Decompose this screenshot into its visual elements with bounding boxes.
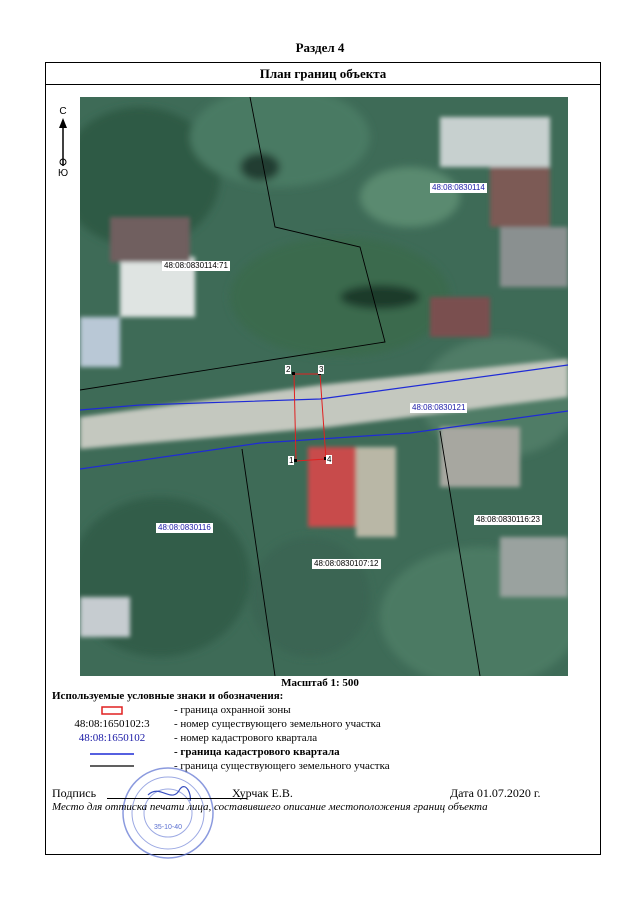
signature-line (107, 798, 247, 799)
point-3: 3 (318, 365, 325, 374)
signature-name: Хурчак Е.В. (232, 786, 293, 800)
map-drawing (80, 97, 568, 676)
satellite-map[interactable]: 48:08:0830114 48:08:0830114:71 48:08:083… (80, 97, 568, 676)
point-4: 4 (326, 455, 333, 464)
legend-text: - граница кадастрового квартала (174, 746, 340, 758)
legend-item-parcel-number: 48:08:1650102:3 - номер существующего зе… (52, 718, 572, 732)
compass-north-label: С (59, 106, 67, 117)
seal-note: Место для оттиска печати лица, составивш… (52, 801, 488, 813)
signature-label: Подпись (52, 786, 97, 800)
label-parcel-0830107-12: 48:08:0830107:12 (312, 559, 381, 569)
stamp-number: 35-10-40 (154, 824, 182, 831)
label-quarter-0830121: 48:08:0830121 (410, 403, 468, 413)
quarter-boundary-symbol (52, 746, 172, 760)
quarter-number-sample: 48:08:1650102 (78, 732, 146, 744)
legend-item-quarter-number: 48:08:1650102 - номер кадастрового кварт… (52, 732, 572, 746)
plan-header: План границ объекта (45, 62, 601, 85)
map-scale: Масштаб 1: 500 (281, 677, 359, 689)
seal-stamp: 35-10-40 (122, 767, 214, 859)
point-2: 2 (285, 365, 292, 374)
compass: С Ю (52, 104, 74, 184)
label-parcel-0830114-71: 48:08:0830114:71 (162, 261, 230, 271)
north-arrow-icon (59, 118, 67, 166)
legend-text: - граница охранной зоны (174, 704, 291, 716)
label-parcel-0830116-23: 48:08:0830116:23 (474, 515, 542, 525)
legend-item-zone: - граница охранной зоны (52, 704, 572, 718)
legend-item-quarter-boundary: - граница кадастрового квартала (52, 746, 572, 760)
zone-boundary-symbol (52, 704, 172, 718)
parcel-number-sample: 48:08:1650102:3 (74, 718, 150, 730)
legend-title: Используемые условные знаки и обозначени… (52, 690, 284, 702)
signature-date: Дата 01.07.2020 г. (450, 786, 541, 800)
label-quarter-0830114: 48:08:0830114 (430, 183, 487, 193)
point-1: 1 (288, 456, 295, 465)
compass-south-label: Ю (57, 168, 69, 179)
label-quarter-0830116: 48:08:0830116 (156, 523, 213, 533)
legend-text: - номер кадастрового квартала (174, 732, 318, 744)
signature-row: Подпись Хурчак Е.В. Дата 01.07.2020 г. (52, 786, 572, 802)
section-title: Раздел 4 (295, 40, 345, 55)
legend-text: - номер существующего земельного участка (174, 718, 381, 730)
